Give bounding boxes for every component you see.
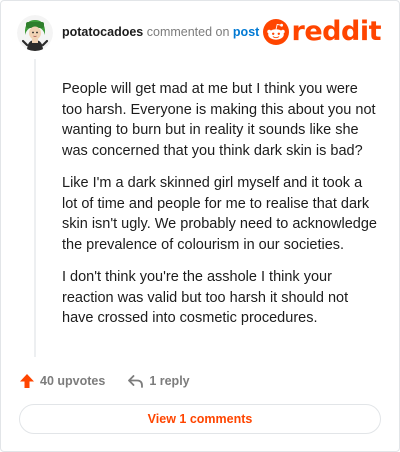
avatar-icon <box>17 15 53 51</box>
comment-card: potatocadoes commented on post reddit Pe… <box>0 0 400 452</box>
comment-body: People will get mad at me but I think yo… <box>62 79 380 341</box>
user-avatar[interactable] <box>17 15 53 51</box>
view-comments-button[interactable]: View 1 comments <box>19 404 381 434</box>
comment-actions: 40 upvotes 1 reply <box>19 371 190 391</box>
reddit-logo[interactable]: reddit <box>262 16 382 47</box>
reply-arrow-icon <box>128 375 144 388</box>
username-link[interactable]: potatocadoes <box>62 25 143 39</box>
reddit-snoo-icon <box>262 19 289 45</box>
reply-count: 1 reply <box>149 374 190 388</box>
comment-paragraph: I don't think you're the asshole I think… <box>62 269 349 326</box>
upvote-button[interactable]: 40 upvotes <box>19 373 105 389</box>
upvote-count: 40 upvotes <box>40 374 106 388</box>
action-text: commented on <box>146 25 230 39</box>
post-link[interactable]: post <box>233 25 259 39</box>
comment-paragraph: People will get mad at me but I think yo… <box>62 81 376 159</box>
reddit-wordmark: reddit <box>291 16 382 47</box>
comment-meta: potatocadoes commented on post <box>62 24 259 40</box>
comment-paragraph: Like I'm a dark skinned girl myself and … <box>62 175 377 253</box>
comment-header: potatocadoes commented on post <box>17 15 259 51</box>
thread-line[interactable] <box>34 59 36 357</box>
reply-button[interactable]: 1 reply <box>127 374 190 388</box>
upvote-arrow-icon <box>20 374 34 388</box>
